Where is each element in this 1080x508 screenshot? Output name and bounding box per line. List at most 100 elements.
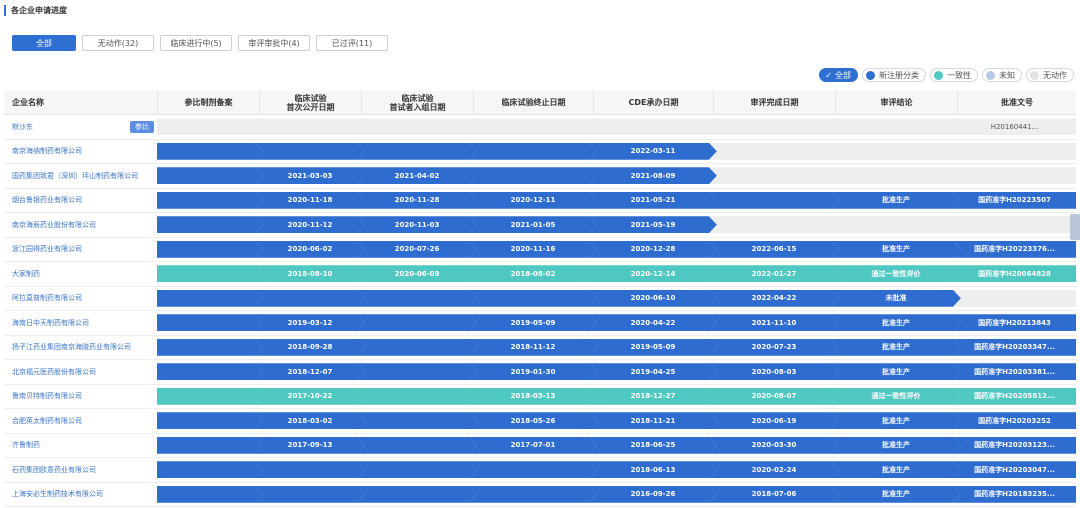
company-name[interactable]: 南京海辰药业股份有限公司 (12, 220, 96, 230)
progress-bar-track: 2020-06-10 2022-04-22 未批准 (157, 289, 1076, 307)
progress-segment: 2021-05-21 (589, 192, 717, 209)
company-name[interactable]: 浙江园得药业有限公司 (12, 244, 82, 254)
company-name[interactable]: 阿拉莫普制药有限公司 (12, 293, 82, 303)
company-name-cell[interactable]: 北京福元医药股份有限公司 (4, 367, 157, 377)
progress-segment: 国药准字H20213843 (953, 314, 1076, 332)
progress-segment (469, 486, 597, 503)
company-name[interactable]: 鲁南贝特制药有限公司 (12, 391, 82, 401)
company-name-cell[interactable]: 鲁南贝特制药有限公司 (4, 391, 157, 401)
company-name-cell[interactable]: 默沙东 参比 (4, 120, 157, 133)
legend-filter: ✓ 全部 新注册分类 一致性 未知 无动作 (819, 68, 1074, 82)
progress-segment: 2022-06-15 (709, 241, 839, 258)
legend-label: 无动作 (1043, 70, 1067, 80)
column-header: 临床试验终止日期 (473, 91, 593, 114)
table-row[interactable]: 北京福元医药股份有限公司 2018-12-07 2019-01-30 2019-04-… (4, 360, 1076, 385)
progress-segment: 2020-12-28 (589, 241, 717, 258)
legend-item[interactable]: 无动作 (1026, 68, 1074, 82)
company-name[interactable]: 海南日中天制药有限公司 (12, 318, 89, 328)
legend-item[interactable]: ✓ 全部 (819, 68, 858, 82)
table-row[interactable]: 海南日中天制药有限公司 2019-03-12 2019-05-09 2020-04-2… (4, 311, 1076, 336)
company-name-cell[interactable]: 海南日中天制药有限公司 (4, 318, 157, 328)
progress-segment (357, 118, 477, 135)
legend-item[interactable]: 一致性 (930, 68, 978, 82)
table-row[interactable]: 扬子江药业集团南京海陵药业有限公司 2018-09-28 2018-11-12 201… (4, 336, 1076, 360)
company-name[interactable]: 合肥英太制药有限公司 (12, 416, 82, 426)
table-row[interactable]: 鲁南贝特制药有限公司 2017-10-22 2018-03-13 2018-12-27… (4, 385, 1076, 409)
progress-segment (469, 118, 597, 135)
progress-segment: 2021-05-19 (589, 216, 717, 233)
column-header: 企业名称 (12, 98, 44, 107)
progress-segment: H20160441... (953, 118, 1076, 136)
legend-label: 未知 (999, 70, 1015, 80)
progress-segment: 2021-03-03 (255, 167, 365, 184)
progress-segment (357, 314, 477, 331)
progress-segment: 2020-07-26 (357, 241, 477, 258)
company-name[interactable]: 北京福元医药股份有限公司 (12, 367, 96, 377)
filter-tab[interactable]: 全部 (12, 35, 76, 51)
filter-tab[interactable]: 临床进行中(5) (160, 35, 232, 51)
table-row[interactable]: 大家制药 2018-08-10 2020-06-09 2018-08-02 2020-1… (4, 262, 1076, 287)
progress-segment: 批准生产 (831, 192, 961, 209)
progress-segment: 2020-06-09 (357, 265, 477, 282)
company-name-cell[interactable]: 石药集团欧意药业有限公司 (4, 465, 157, 475)
table-row[interactable]: 国药集团致君（深圳）坪山制药有限公司 2021-03-03 2021-04-02 20… (4, 164, 1076, 189)
progress-segment: 批准生产 (831, 241, 961, 258)
company-name-cell[interactable]: 阿拉莫普制药有限公司 (4, 293, 157, 303)
company-name[interactable]: 上海安必生制药技术有限公司 (12, 489, 103, 499)
legend-item[interactable]: 未知 (982, 68, 1022, 82)
company-name[interactable]: 大家制药 (12, 269, 40, 279)
company-name[interactable]: 南京海纳制药有限公司 (12, 146, 82, 156)
column-header: 临床试验 首次公开日期 (259, 91, 361, 114)
progress-segment: 国药准字H20223507 (953, 191, 1076, 209)
company-name-cell[interactable]: 大家制药 (4, 269, 157, 279)
progress-bar-track: 2018-12-07 2019-01-30 2019-04-25 2020-08-03… (157, 363, 1076, 381)
progress-segment: 2019-05-09 (469, 314, 597, 331)
company-name-cell[interactable]: 浙江园得药业有限公司 (4, 244, 157, 254)
progress-segment (157, 388, 263, 405)
table-row[interactable]: 烟台鲁银药业有限公司 2020-11-18 2020-11-28 2020-12-11… (4, 189, 1076, 213)
progress-segment: 国药准字H20064828 (953, 265, 1076, 283)
page: 各企业申请进度 全部 无动作(32) 临床进行中(5) 审评审批中(4) 已过评(11)… (0, 0, 1080, 508)
company-name-cell[interactable]: 南京海纳制药有限公司 (4, 146, 157, 156)
table-row[interactable]: 默沙东 参比 H20160441... (4, 115, 1076, 140)
company-name[interactable]: 齐鲁制药 (12, 440, 40, 450)
filter-tab[interactable]: 无动作(32) (82, 35, 154, 51)
progress-segment: 2020-11-12 (255, 216, 365, 233)
company-name-cell[interactable]: 扬子江药业集团南京海陵药业有限公司 (4, 342, 157, 352)
company-name-cell[interactable]: 齐鲁制药 (4, 440, 157, 450)
progress-segment: 2018-11-12 (469, 339, 597, 356)
progress-segment (157, 339, 263, 356)
progress-segment: 2021-04-02 (357, 167, 477, 184)
company-name[interactable]: 石药集团欧意药业有限公司 (12, 465, 96, 475)
table-body: 默沙东 参比 H20160441... 南京海纳制药有限公司 2022-03-11 国药集… (4, 115, 1076, 507)
legend-item[interactable]: 新注册分类 (862, 68, 926, 82)
table-row[interactable]: 石药集团欧意药业有限公司 2018-06-13 2020-02-24 批准生产 国药准字… (4, 458, 1076, 483)
company-name-cell[interactable]: 国药集团致君（深圳）坪山制药有限公司 (4, 171, 157, 181)
company-name-cell[interactable]: 南京海辰药业股份有限公司 (4, 220, 157, 230)
table-row[interactable]: 合肥英太制药有限公司 2018-03-02 2018-05-26 2018-11-21… (4, 409, 1076, 434)
company-name-cell[interactable]: 合肥英太制药有限公司 (4, 416, 157, 426)
company-name[interactable]: 国药集团致君（深圳）坪山制药有限公司 (12, 171, 138, 181)
company-name-cell[interactable]: 烟台鲁银药业有限公司 (4, 195, 157, 205)
company-name[interactable]: 默沙东 (12, 122, 33, 132)
table-row[interactable]: 齐鲁制药 2017-09-13 2017-07-01 2018-06-25 2020-0… (4, 434, 1076, 458)
progress-bar-track: 2020-06-02 2020-07-26 2020-11-16 2020-12-28… (157, 240, 1076, 258)
company-name[interactable]: 烟台鲁银药业有限公司 (12, 195, 82, 205)
progress-segment (157, 265, 263, 282)
table-row[interactable]: 浙江园得药业有限公司 2020-06-02 2020-07-26 2020-11-16… (4, 238, 1076, 262)
company-name[interactable]: 扬子江药业集团南京海陵药业有限公司 (12, 342, 131, 352)
progress-segment (357, 437, 477, 454)
table-row[interactable]: 南京海辰药业股份有限公司 2020-11-12 2020-11-03 2021-01-… (4, 213, 1076, 238)
table-row[interactable]: 上海安必生制药技术有限公司 2016-09-26 2018-07-06 批准生产 国药准… (4, 483, 1076, 507)
filter-tab[interactable]: 已过评(11) (316, 35, 388, 51)
filter-tab[interactable]: 审评审批中(4) (238, 35, 310, 51)
progress-segment (255, 486, 365, 503)
progress-segment (255, 143, 365, 160)
table-row[interactable]: 南京海纳制药有限公司 2022-03-11 (4, 140, 1076, 164)
filter-tabs: 全部 无动作(32) 临床进行中(5) 审评审批中(4) 已过评(11) (12, 35, 388, 51)
table-row[interactable]: 阿拉莫普制药有限公司 2020-06-10 2022-04-22 未批准 (4, 287, 1076, 311)
progress-segment (357, 363, 477, 380)
progress-segment (709, 167, 839, 184)
side-collapse-handle[interactable] (1070, 214, 1080, 240)
company-name-cell[interactable]: 上海安必生制药技术有限公司 (4, 489, 157, 499)
